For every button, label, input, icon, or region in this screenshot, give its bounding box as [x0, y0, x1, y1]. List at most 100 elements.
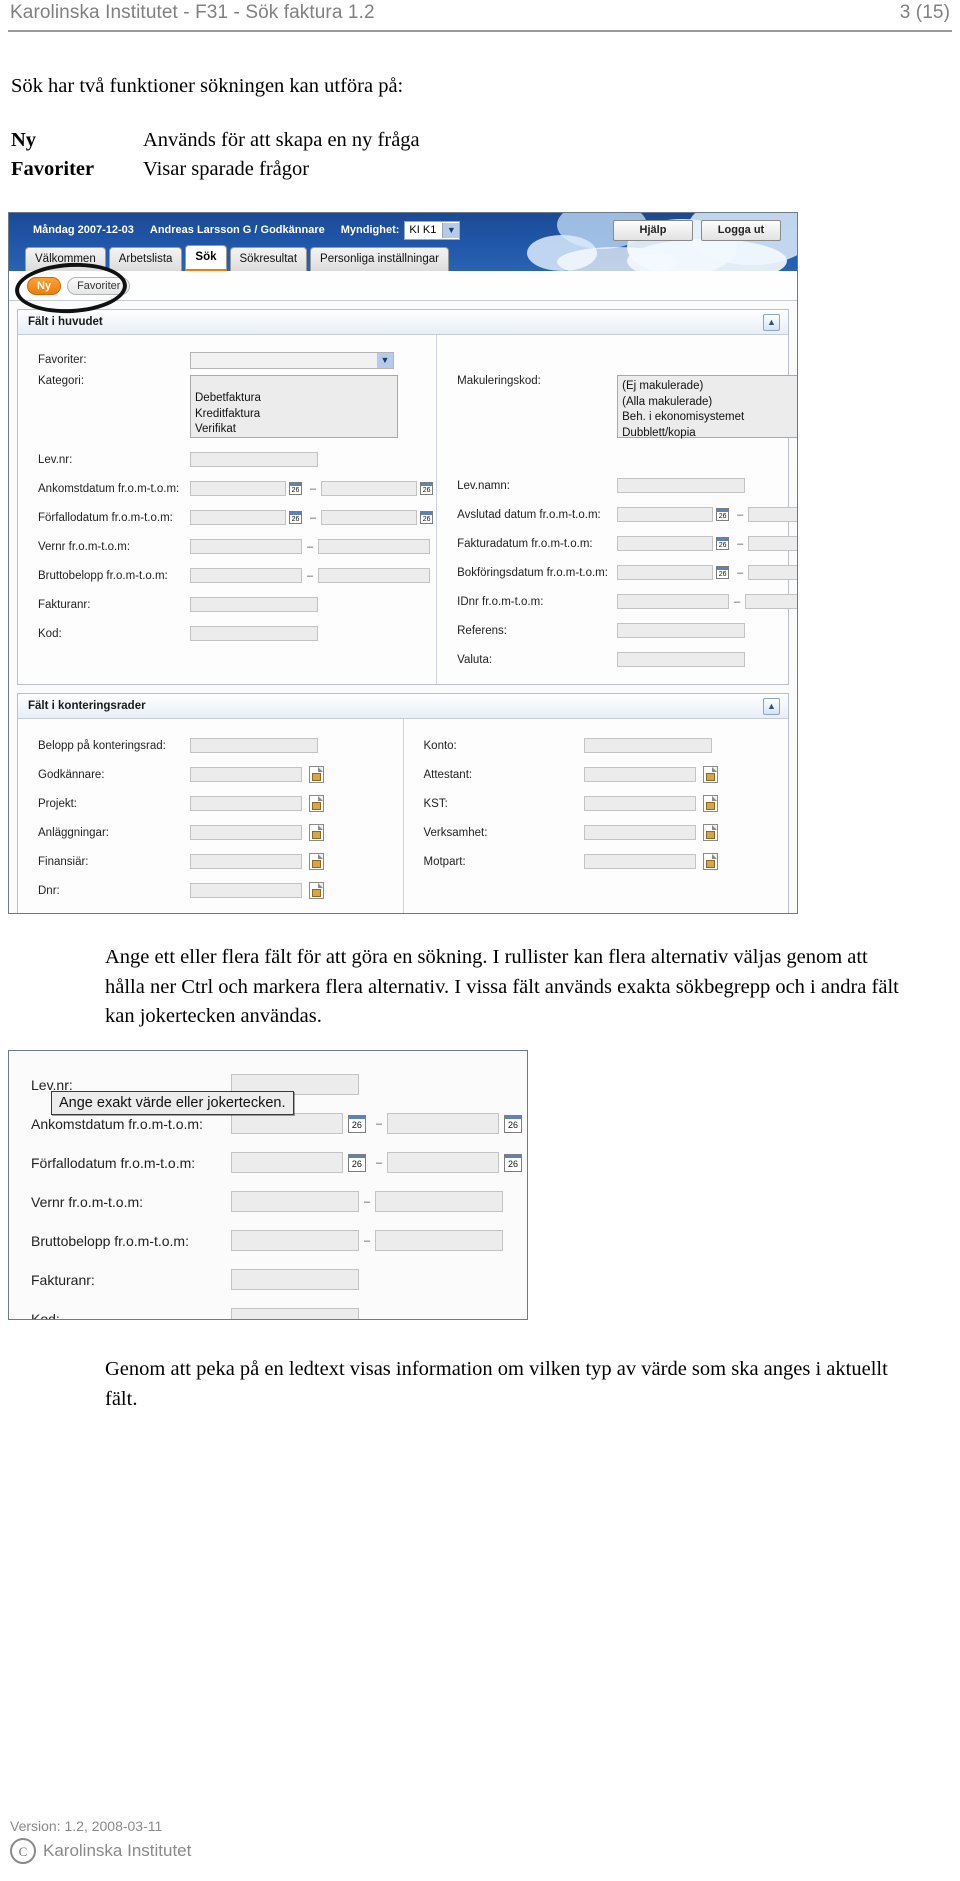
- list-option[interactable]: (Ej makulerade): [622, 379, 797, 395]
- vernr-to-input[interactable]: [375, 1191, 504, 1212]
- subtab-favoriter[interactable]: Favoriter: [67, 276, 131, 295]
- tab-sokresultat[interactable]: Sökresultat: [229, 247, 308, 271]
- list-option[interactable]: Verifikat: [195, 422, 397, 438]
- calendar-icon[interactable]: 26: [716, 566, 730, 579]
- avslutad-to-input[interactable]: [748, 507, 797, 522]
- lookup-document-icon[interactable]: [309, 853, 324, 870]
- logout-button[interactable]: Logga ut: [701, 219, 781, 241]
- lookup-document-icon[interactable]: [309, 882, 324, 899]
- authority-select[interactable]: KI K1 ▼: [404, 220, 461, 240]
- calendar-icon[interactable]: 26: [716, 508, 730, 521]
- kod-input[interactable]: [190, 626, 318, 641]
- list-option[interactable]: Dubblett/kopia: [622, 426, 797, 442]
- lookup-document-icon[interactable]: [702, 824, 718, 841]
- definition-item-ny: Ny Används för att skapa en ny fråga: [11, 126, 911, 155]
- vernr-from-input[interactable]: [231, 1191, 359, 1212]
- tab-sok[interactable]: Sök: [185, 245, 227, 271]
- ankomstdatum-from-input[interactable]: [231, 1113, 343, 1134]
- chevron-up-icon[interactable]: ▲: [763, 313, 780, 331]
- belopp-input[interactable]: [190, 738, 318, 753]
- finansiar-input[interactable]: [190, 854, 302, 869]
- lookup-document-icon[interactable]: [309, 824, 324, 841]
- calendar-icon[interactable]: 26: [504, 1153, 522, 1172]
- list-option[interactable]: Kreditfaktura: [195, 407, 397, 423]
- subtab-ny[interactable]: Ny: [27, 276, 62, 295]
- levnamn-input[interactable]: [617, 478, 746, 493]
- kst-input[interactable]: [583, 796, 696, 811]
- vernr-from-input[interactable]: [190, 539, 302, 554]
- ankomstdatum-to-input[interactable]: [321, 481, 418, 496]
- fakturadatum-from-input[interactable]: [617, 536, 714, 551]
- godkannare-input[interactable]: [190, 767, 302, 782]
- field-label: Kategori:: [38, 375, 85, 387]
- forfallodatum-to-input[interactable]: [387, 1152, 499, 1173]
- lookup-document-icon[interactable]: [702, 853, 718, 870]
- forfallodatum-from-input[interactable]: [190, 510, 286, 525]
- favoriter-select[interactable]: ▼: [190, 351, 394, 369]
- calendar-icon[interactable]: 26: [420, 482, 434, 495]
- lookup-document-icon[interactable]: [309, 766, 324, 783]
- field-label: Finansiär:: [38, 855, 89, 868]
- list-option[interactable]: Debetfaktura: [195, 391, 397, 407]
- chevron-up-icon[interactable]: ▲: [763, 697, 780, 715]
- projekt-input[interactable]: [190, 796, 302, 811]
- panel-body: Belopp på konteringsrad: Godkännare: Pro…: [18, 719, 788, 913]
- attestant-input[interactable]: [583, 767, 696, 782]
- bruttobelopp-from-input[interactable]: [231, 1230, 359, 1251]
- valuta-input[interactable]: [617, 652, 746, 667]
- lookup-document-icon[interactable]: [702, 766, 718, 783]
- tab-valkommen[interactable]: Välkommen: [25, 247, 106, 271]
- panel-title: Fält i konteringsrader: [28, 700, 146, 712]
- bruttobelopp-from-input[interactable]: [190, 568, 302, 583]
- lookup-document-icon[interactable]: [702, 795, 718, 812]
- field-label: Valuta:: [457, 653, 493, 666]
- ankomstdatum-to-input[interactable]: [387, 1113, 499, 1134]
- bruttobelopp-to-input[interactable]: [318, 568, 431, 583]
- bokforingsdatum-from-input[interactable]: [617, 565, 714, 580]
- fakturanr-input[interactable]: [190, 597, 318, 612]
- lookup-document-icon[interactable]: [309, 795, 324, 812]
- panel-falt-i-konteringsrader: Fält i konteringsrader ▲ Belopp på konte…: [17, 693, 789, 913]
- list-option[interactable]: Beh. i ekonomisystemet: [622, 410, 797, 426]
- help-button[interactable]: Hjälp: [613, 219, 693, 241]
- kategori-listbox[interactable]: Debetfaktura Kreditfaktura Verifikat: [190, 375, 398, 438]
- paragraph-search-instructions: Ange ett eller flera fält för att göra e…: [105, 946, 899, 1027]
- field-label: Projekt:: [38, 797, 77, 810]
- bokforingsdatum-to-input[interactable]: [748, 565, 797, 580]
- calendar-icon[interactable]: 26: [289, 482, 302, 495]
- list-option[interactable]: (Alla makulerade): [622, 395, 797, 411]
- calendar-icon[interactable]: 26: [420, 511, 434, 524]
- range-dash: –: [364, 1195, 371, 1208]
- calendar-icon[interactable]: 26: [289, 511, 302, 524]
- tab-arbetslista[interactable]: Arbetslista: [108, 247, 183, 271]
- fakturadatum-to-input[interactable]: [748, 536, 797, 551]
- bruttobelopp-to-input[interactable]: [375, 1230, 504, 1251]
- kod-input[interactable]: [231, 1308, 359, 1319]
- referens-input[interactable]: [617, 623, 746, 638]
- field-row-godkannare: Godkännare:: [18, 760, 403, 789]
- calendar-icon[interactable]: 26: [716, 537, 730, 550]
- fakturanr-input[interactable]: [231, 1269, 359, 1290]
- dnr-input[interactable]: [190, 883, 302, 898]
- calendar-icon[interactable]: 26: [504, 1114, 522, 1133]
- idnr-to-input[interactable]: [745, 594, 797, 609]
- calendar-icon[interactable]: 26: [347, 1153, 366, 1172]
- idnr-from-input[interactable]: [617, 594, 730, 609]
- calendar-icon[interactable]: 26: [347, 1114, 366, 1133]
- tab-personliga-installningar[interactable]: Personliga inställningar: [310, 247, 449, 271]
- verksamhet-input[interactable]: [583, 825, 696, 840]
- field-row-avslutad-datum: Avslutad datum fr.o.m-t.o.m: 26 – 26: [437, 500, 797, 529]
- makuleringskod-listbox[interactable]: (Ej makulerade) (Alla makulerade) Beh. i…: [617, 375, 797, 439]
- field-row-fakturadatum: Fakturadatum fr.o.m-t.o.m: 26 – 26: [437, 529, 797, 558]
- ankomstdatum-from-input[interactable]: [190, 481, 286, 496]
- forfallodatum-to-input[interactable]: [321, 510, 418, 525]
- field-label: Vernr fr.o.m-t.o.m:: [38, 540, 131, 553]
- anlaggningar-input[interactable]: [190, 825, 302, 840]
- levnr-input[interactable]: [190, 452, 318, 467]
- vernr-to-input[interactable]: [318, 539, 431, 554]
- avslutad-from-input[interactable]: [617, 507, 714, 522]
- field-label: Fakturanr:: [31, 1271, 95, 1288]
- forfallodatum-from-input[interactable]: [231, 1152, 343, 1173]
- konto-input[interactable]: [583, 738, 712, 753]
- motpart-input[interactable]: [583, 854, 696, 869]
